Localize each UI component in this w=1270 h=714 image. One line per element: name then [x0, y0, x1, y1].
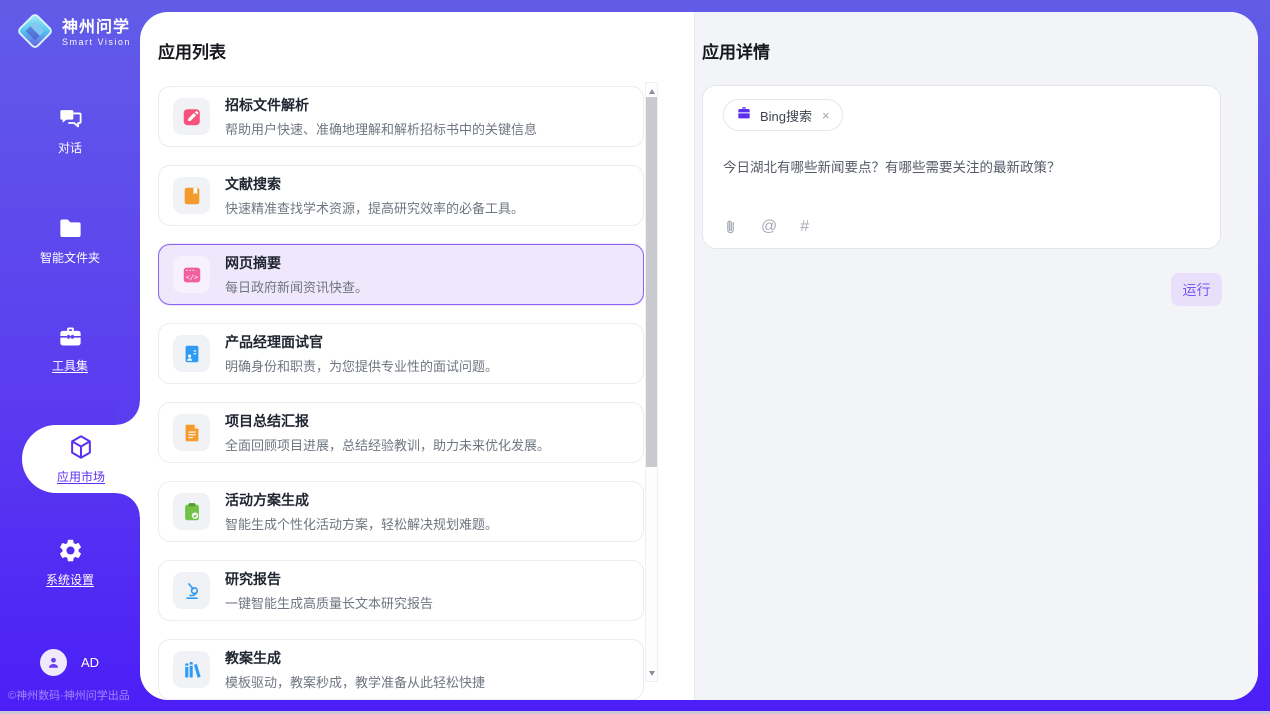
sidebar-item-label: 智能文件夹 [40, 249, 100, 266]
book-icon [173, 177, 210, 214]
app-card-desc: 全面回顾项目进展，总结经验教训，助力未来优化发展。 [225, 435, 550, 454]
paperclip-icon[interactable] [723, 218, 738, 235]
app-detail-title: 应用详情 [702, 38, 1222, 63]
app-card-title: 招标文件解析 [225, 95, 537, 115]
sidebar-item-tools[interactable]: 工具集 [0, 322, 140, 374]
hash-icon[interactable]: # [800, 219, 809, 235]
app-card-desc: 一键智能生成高质量长文本研究报告 [225, 593, 433, 612]
app-card-desc: 帮助用户快速、准确地理解和解析招标书中的关键信息 [225, 119, 537, 138]
tool-chip-label: Bing搜索 [760, 106, 812, 125]
clipboard-check-icon [173, 493, 210, 530]
app-card-title: 文献搜索 [225, 174, 524, 194]
avatar[interactable] [40, 649, 67, 676]
app-card-title: 研究报告 [225, 569, 433, 589]
copyright: ©神州数码·神州问学出品 [8, 687, 130, 703]
app-card-title: 项目总结汇报 [225, 411, 550, 431]
scrollbar[interactable] [645, 82, 658, 682]
app-list-panel: 应用列表 招标文件解析帮助用户快速、准确地理解和解析招标书中的关键信息文献搜索快… [140, 12, 695, 700]
briefcase-icon [736, 105, 752, 126]
gear-icon [57, 536, 84, 564]
sidebar-item-label: 系统设置 [46, 571, 94, 588]
web-code-icon: </> [173, 256, 210, 293]
edit-doc-icon [173, 98, 210, 135]
app-card[interactable]: 教案生成模板驱动，教案秒成，教学准备从此轻松快捷 [158, 639, 644, 700]
sidebar-item-label: 工具集 [52, 357, 88, 374]
svg-text:</>: </> [185, 273, 197, 281]
app-detail-panel: 应用详情 Bing搜索 × 今日湖北有哪些新闻要点？有哪些需要关注的最新政策？ … [695, 12, 1258, 700]
chip-close-icon[interactable]: × [822, 108, 830, 123]
composer-toolbar: @ # [723, 218, 809, 235]
scrollbar-thumb[interactable] [646, 97, 657, 467]
prompt-card: Bing搜索 × 今日湖北有哪些新闻要点？有哪些需要关注的最新政策？ @ # [702, 85, 1221, 249]
at-icon[interactable]: @ [761, 219, 777, 235]
sidebar: 神州问学 Smart Vision 对话智能文件夹工具集应用市场系统设置 AD … [0, 0, 140, 714]
prompt-text[interactable]: 今日湖北有哪些新闻要点？有哪些需要关注的最新政策？ [723, 156, 1200, 176]
user-row[interactable]: AD [40, 649, 99, 676]
brand-logo: 神州问学 Smart Vision [16, 12, 131, 55]
app-card-desc: 模板驱动，教案秒成，教学准备从此轻松快捷 [225, 672, 485, 691]
microscope-icon [173, 572, 210, 609]
folder-icon [57, 214, 84, 242]
app-card-title: 活动方案生成 [225, 490, 498, 510]
sidebar-item-label: 对话 [58, 139, 82, 156]
app-card-title: 教案生成 [225, 648, 485, 668]
app-card-desc: 明确身份和职责，为您提供专业性的面试问题。 [225, 356, 498, 375]
report-note-icon [173, 414, 210, 451]
app-card[interactable]: 招标文件解析帮助用户快速、准确地理解和解析招标书中的关键信息 [158, 86, 644, 147]
app-card[interactable]: 活动方案生成智能生成个性化活动方案，轻松解决规划难题。 [158, 481, 644, 542]
sidebar-item-market[interactable]: 应用市场 [22, 425, 140, 493]
sidebar-item-chat[interactable]: 对话 [0, 104, 140, 156]
app-card-desc: 快速精准查找学术资源，提高研究效率的必备工具。 [225, 198, 524, 217]
toolbox-icon [57, 322, 84, 350]
app-card-desc: 每日政府新闻资讯快查。 [225, 277, 368, 296]
tool-chip[interactable]: Bing搜索 × [723, 99, 843, 131]
main-content: 应用列表 招标文件解析帮助用户快速、准确地理解和解析招标书中的关键信息文献搜索快… [140, 12, 1258, 700]
sidebar-item-settings[interactable]: 系统设置 [0, 536, 140, 588]
app-card-desc: 智能生成个性化活动方案，轻松解决规划难题。 [225, 514, 498, 533]
app-card[interactable]: 文献搜索快速精准查找学术资源，提高研究效率的必备工具。 [158, 165, 644, 226]
app-card-title: 产品经理面试官 [225, 332, 498, 352]
app-card[interactable]: 产品经理面试官明确身份和职责，为您提供专业性的面试问题。 [158, 323, 644, 384]
app-card-list: 招标文件解析帮助用户快速、准确地理解和解析招标书中的关键信息文献搜索快速精准查找… [158, 86, 644, 700]
sidebar-item-folders[interactable]: 智能文件夹 [0, 214, 140, 266]
run-button[interactable]: 运行 [1171, 273, 1222, 306]
app-card[interactable]: 研究报告一键智能生成高质量长文本研究报告 [158, 560, 644, 621]
brand-name: 神州问学 [62, 19, 131, 37]
app-card[interactable]: </> 网页摘要每日政府新闻资讯快查。 [158, 244, 644, 305]
interview-doc-icon [173, 335, 210, 372]
chat-icon [57, 104, 84, 132]
scroll-up-arrow-icon[interactable] [646, 85, 657, 97]
sidebar-item-label: 应用市场 [57, 468, 105, 485]
brand-subtitle: Smart Vision [62, 38, 131, 48]
app-card[interactable]: 项目总结汇报全面回顾项目进展，总结经验教训，助力未来优化发展。 [158, 402, 644, 463]
user-initials: AD [81, 655, 99, 670]
books-icon [173, 651, 210, 688]
cube-icon [67, 433, 95, 461]
brand-diamond-icon [16, 12, 54, 55]
app-card-title: 网页摘要 [225, 253, 368, 273]
scroll-down-arrow-icon[interactable] [646, 667, 657, 679]
app-list-title: 应用列表 [158, 38, 694, 63]
